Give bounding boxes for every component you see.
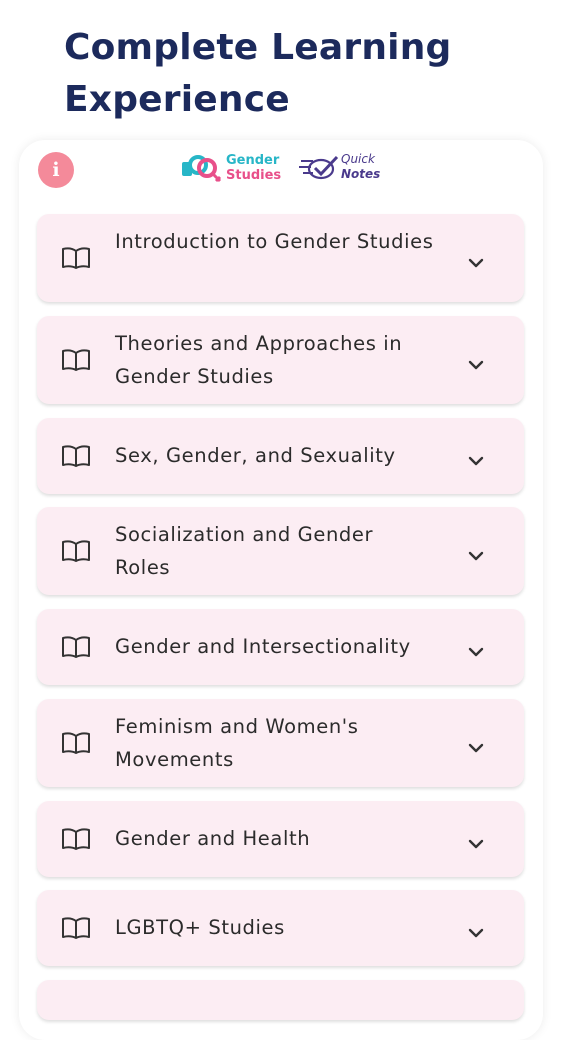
brand-gender-word: Gender [226, 153, 280, 168]
topic-label: Socialization and Gender Roles [115, 523, 374, 579]
quick-notes-check-icon [299, 155, 339, 180]
chevron-down-icon[interactable] [468, 355, 484, 370]
book-icon [61, 348, 91, 372]
topic-label: Gender and Health [115, 827, 311, 850]
brand-studies-word: Studies [226, 168, 282, 183]
topic-item[interactable]: Theories and Approaches in Gender Studie… [37, 316, 524, 404]
topic-item[interactable]: LGBTQ+ Studies [37, 890, 524, 966]
book-icon [61, 916, 91, 940]
quick-notes-logo: Quick Notes [297, 152, 380, 182]
topic-item[interactable]: Introduction to Gender Studies [37, 214, 524, 302]
brand-notes-word: Notes [341, 167, 381, 181]
topic-label: Gender and Intersectionality [115, 635, 411, 658]
chevron-down-icon[interactable] [468, 451, 484, 466]
topic-item[interactable]: Feminism and Women's Movements [37, 699, 524, 787]
topic-label: Theories and Approaches in Gender Studie… [115, 332, 403, 388]
chevron-down-icon[interactable] [468, 834, 484, 849]
topic-label: Introduction to Gender Studies [115, 230, 434, 253]
chevron-down-icon[interactable] [468, 253, 484, 268]
chevron-down-icon[interactable] [468, 923, 484, 938]
book-icon [61, 539, 91, 563]
topic-item[interactable]: Gender and Intersectionality [37, 609, 524, 685]
book-icon [61, 827, 91, 851]
brand-quick-word: Quick [341, 152, 375, 166]
info-button[interactable]: i [38, 152, 74, 188]
topic-item[interactable]: Sex, Gender, and Sexuality [37, 418, 524, 494]
topic-item[interactable]: Gender and Health [37, 801, 524, 877]
gender-studies-logo: Gender Studies [180, 152, 281, 184]
topic-item[interactable]: Socialization and Gender Roles [37, 507, 524, 595]
page-title: Complete Learning Experience [64, 27, 452, 120]
book-icon [61, 731, 91, 755]
book-icon [61, 635, 91, 659]
topic-label: Feminism and Women's Movements [115, 715, 359, 771]
chevron-down-icon[interactable] [468, 642, 484, 657]
topic-label: LGBTQ+ Studies [115, 916, 285, 939]
chevron-down-icon[interactable] [468, 738, 484, 753]
topic-item-partial[interactable] [37, 980, 524, 1020]
chevron-down-icon[interactable] [468, 546, 484, 561]
gender-symbol-icon [182, 155, 222, 183]
book-icon [61, 246, 91, 270]
book-icon [61, 444, 91, 468]
topic-label: Sex, Gender, and Sexuality [115, 444, 396, 467]
